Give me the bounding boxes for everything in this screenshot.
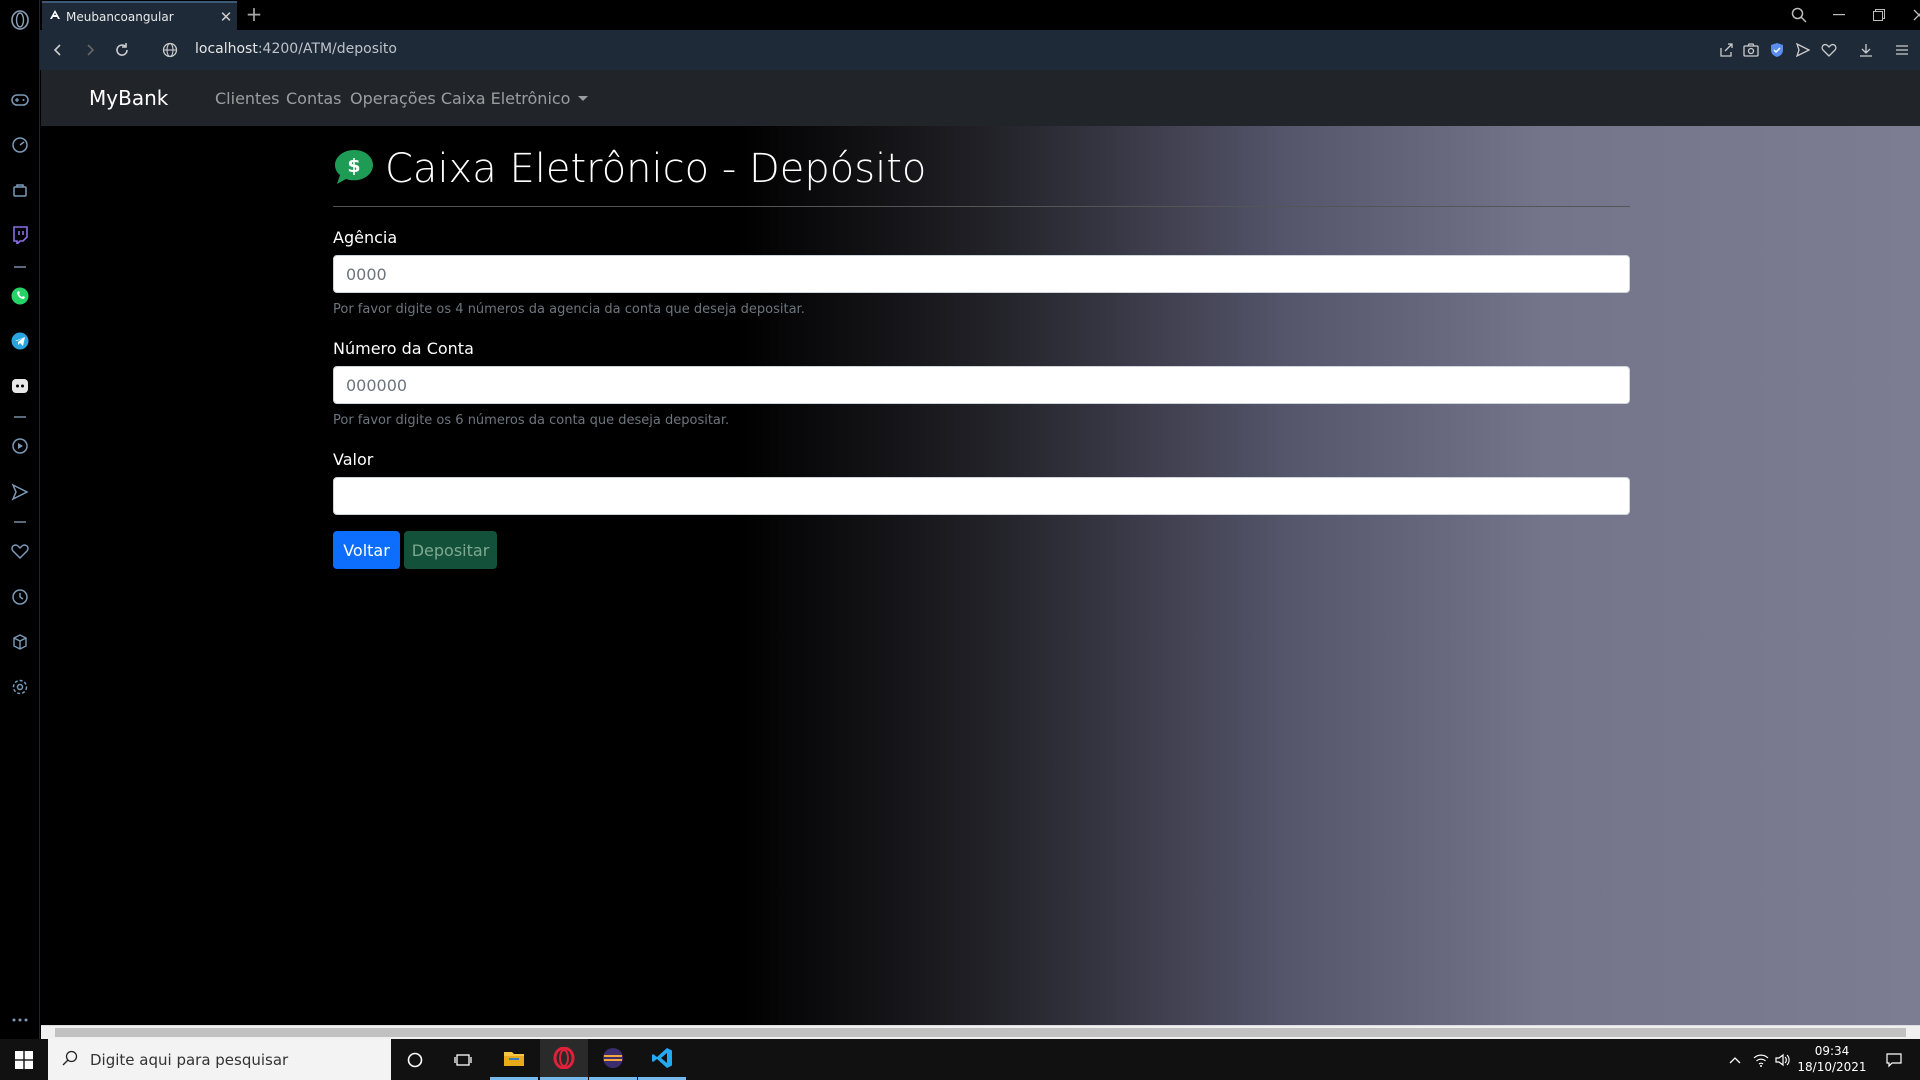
taskbar-search-placeholder: Digite aqui para pesquisar: [90, 1050, 289, 1069]
nav-dropdown-operacoes[interactable]: Operações Caixa Eletrônico: [350, 89, 589, 108]
agencia-label: Agência: [333, 228, 398, 247]
opera-taskbar-icon[interactable]: [540, 1039, 588, 1080]
speed-dial-icon[interactable]: [8, 133, 32, 157]
site-globe-icon[interactable]: [158, 38, 182, 62]
page-heading: $ Caixa Eletrônico - Depósito: [333, 144, 926, 194]
page-title: Caixa Eletrônico - Depósito: [385, 146, 927, 192]
vpn-shield-icon[interactable]: [1767, 40, 1787, 60]
valor-input[interactable]: [333, 477, 1630, 515]
url-host: localhost: [195, 41, 258, 57]
action-center-icon[interactable]: [1874, 1039, 1914, 1080]
file-explorer-icon[interactable]: [490, 1039, 538, 1080]
new-tab-button[interactable]: +: [242, 2, 266, 26]
cortana-icon[interactable]: [391, 1039, 439, 1080]
nav-link-contas[interactable]: Contas: [286, 89, 342, 108]
more-icon[interactable]: [8, 1008, 32, 1032]
bag-icon[interactable]: [8, 178, 32, 202]
search-tabs-icon[interactable]: [1780, 0, 1818, 30]
horizontal-scrollbar[interactable]: [41, 1025, 1920, 1039]
extensions-cube-icon[interactable]: [8, 630, 32, 654]
cash-coin-icon: $: [333, 148, 375, 190]
share-icon[interactable]: [1716, 40, 1736, 60]
restore-icon[interactable]: [1860, 0, 1898, 30]
url-text[interactable]: localhost:4200/ATM/deposito: [195, 41, 397, 57]
web-page: MyBank Clientes Contas Operações Caixa E…: [41, 70, 1920, 1025]
network-wifi-icon[interactable]: [1750, 1039, 1772, 1080]
agencia-input[interactable]: [333, 255, 1630, 293]
eclipse-icon[interactable]: [589, 1039, 637, 1080]
send-flow-icon[interactable]: [1793, 40, 1813, 60]
easy-setup-menu-icon[interactable]: [1892, 40, 1912, 60]
gamepad-icon[interactable]: [8, 88, 32, 112]
send-icon[interactable]: [8, 480, 32, 504]
settings-gear-icon[interactable]: [8, 675, 32, 699]
angular-favicon-icon: [50, 9, 60, 24]
nav-dropdown-label: Operações Caixa Eletrônico: [350, 89, 571, 108]
tab-title: Meubancoangular: [66, 9, 174, 24]
scrollbar-thumb[interactable]: [55, 1028, 1906, 1037]
camera-icon[interactable]: [1741, 40, 1761, 60]
valor-label: Valor: [333, 450, 374, 469]
svg-text:$: $: [347, 155, 360, 177]
back-arrow-icon[interactable]: [46, 38, 70, 62]
heart-icon[interactable]: [8, 540, 32, 564]
task-view-icon[interactable]: [439, 1039, 487, 1080]
browser-tab[interactable]: Meubancoangular ✕: [42, 1, 237, 30]
address-bar: localhost:4200/ATM/deposito: [40, 30, 1920, 70]
tray-chevron-up-icon[interactable]: [1724, 1039, 1746, 1080]
minimize-icon[interactable]: [1820, 0, 1858, 30]
windows-start-icon[interactable]: [0, 1039, 48, 1080]
nav-link-clientes[interactable]: Clientes: [215, 89, 280, 108]
taskbar-search-box[interactable]: Digite aqui para pesquisar: [48, 1039, 391, 1080]
sidebar-divider: [14, 521, 26, 523]
clock-date: 18/10/2021: [1797, 1060, 1867, 1074]
bookmark-heart-icon[interactable]: [1819, 40, 1839, 60]
tab-strip: Meubancoangular ✕ +: [40, 0, 1920, 30]
navbar-brand[interactable]: MyBank: [89, 86, 168, 110]
vscode-icon[interactable]: [638, 1039, 686, 1080]
sidebar-divider: [14, 416, 26, 418]
clock-time: 09:34: [1814, 1044, 1850, 1058]
heading-divider: [333, 206, 1630, 207]
agencia-help-text: Por favor digite os 4 números da agencia…: [333, 302, 805, 317]
voltar-button[interactable]: Voltar: [333, 531, 400, 569]
caret-down-icon: [578, 96, 589, 101]
url-path: :4200/ATM/deposito: [257, 41, 397, 57]
telegram-icon[interactable]: [8, 329, 32, 353]
depositar-button[interactable]: Depositar: [404, 531, 497, 569]
sidebar-divider: [14, 266, 26, 268]
conta-help-text: Por favor digite os 6 números da conta q…: [333, 413, 730, 428]
history-icon[interactable]: [8, 585, 32, 609]
reload-icon[interactable]: [110, 38, 134, 62]
download-icon[interactable]: [1856, 40, 1876, 60]
forward-arrow-icon[interactable]: [78, 38, 102, 62]
browser-sidebar: [0, 0, 40, 1039]
tab-close-icon[interactable]: ✕: [215, 8, 237, 26]
window-close-icon[interactable]: [1900, 0, 1920, 30]
opera-logo-icon[interactable]: [8, 8, 32, 32]
volume-icon[interactable]: [1772, 1039, 1794, 1080]
conta-label: Número da Conta: [333, 339, 474, 358]
discord-icon[interactable]: [8, 374, 32, 398]
player-icon[interactable]: [8, 434, 32, 458]
app-navbar: MyBank Clientes Contas Operações Caixa E…: [41, 70, 1920, 126]
whatsapp-icon[interactable]: [8, 284, 32, 308]
taskbar-clock[interactable]: 09:34 18/10/2021: [1797, 1043, 1867, 1075]
conta-input[interactable]: [333, 366, 1630, 404]
search-icon: [62, 1050, 78, 1070]
windows-taskbar: Digite aqui para pesquisar 09:34 18/10/2…: [0, 1039, 1920, 1080]
twitch-icon[interactable]: [8, 223, 32, 247]
